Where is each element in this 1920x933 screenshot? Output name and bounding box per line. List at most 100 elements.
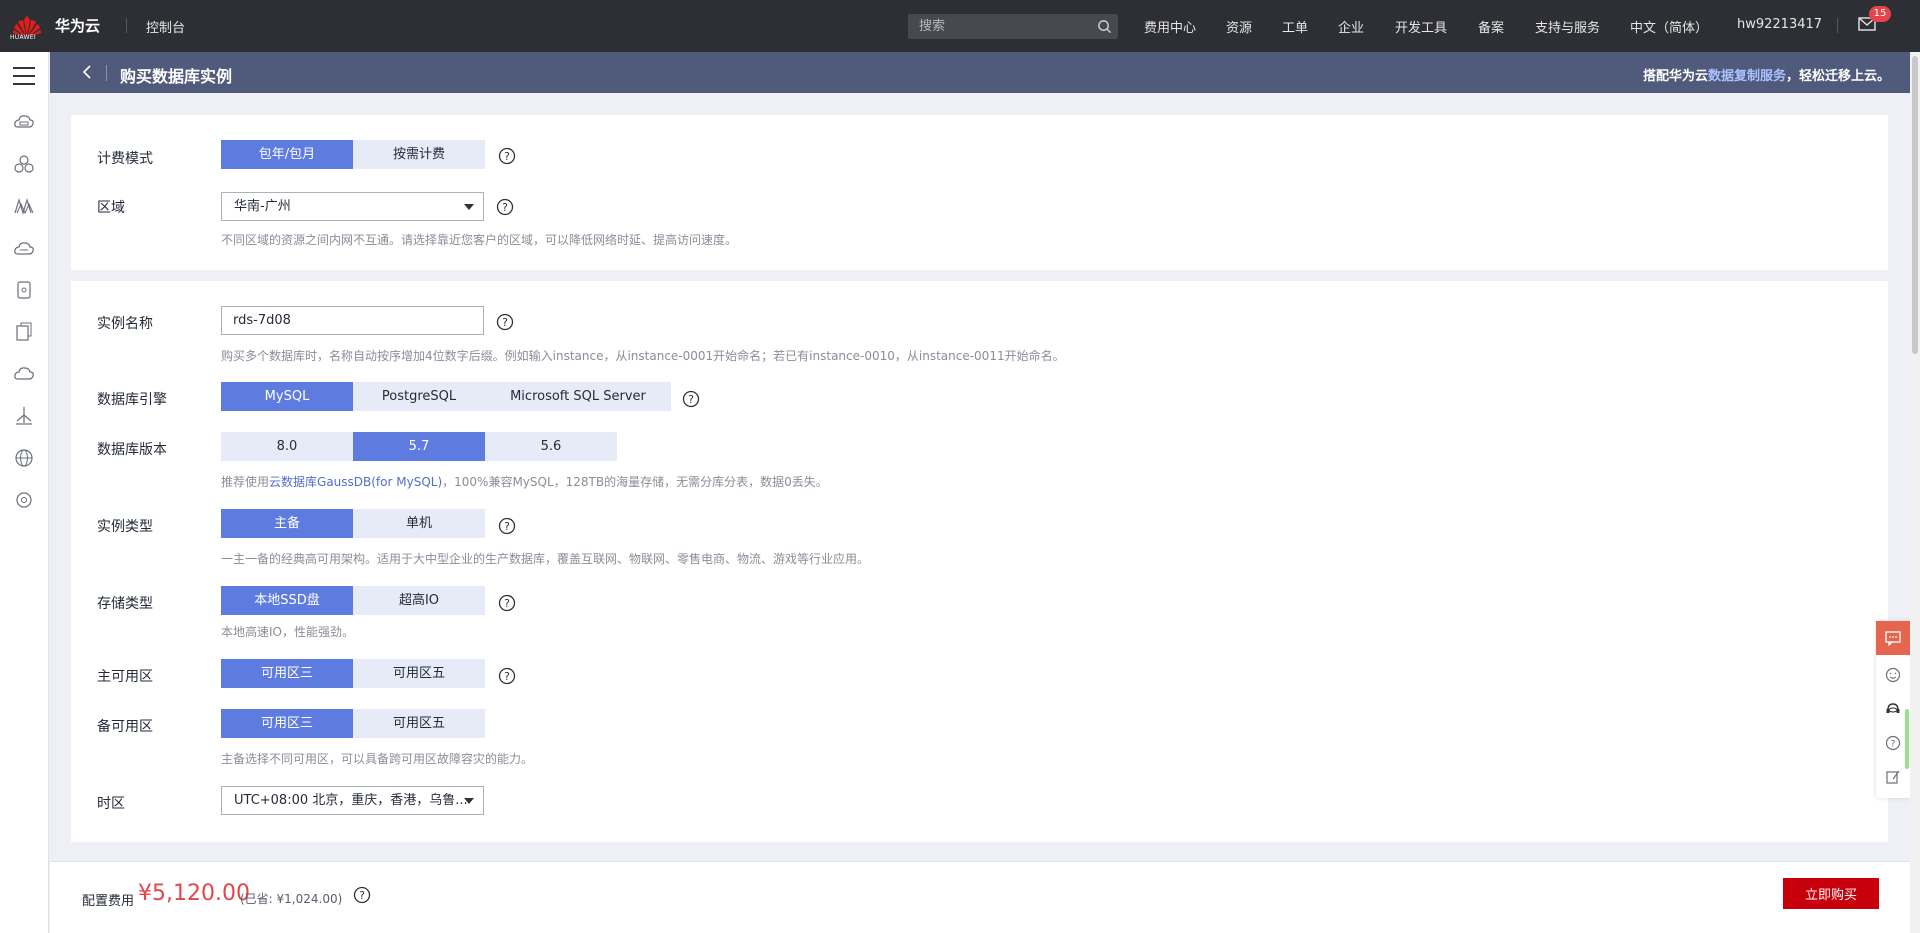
network-icon[interactable]	[13, 195, 35, 217]
version-option-5-7[interactable]: 5.7	[353, 432, 485, 461]
svg-text:?: ?	[504, 520, 510, 533]
instance-type-hint: 一主一备的经典高可用架构。适用于大中型企业的生产数据库，覆盖互联网、物联网、零售…	[221, 552, 870, 566]
storage-option-ultra-io[interactable]: 超高IO	[353, 586, 485, 615]
search-box[interactable]	[908, 14, 1118, 39]
document-icon[interactable]	[13, 321, 35, 343]
instance-name-hint: 购买多个数据库时，名称自动按序增加4位数字后缀。例如输入instance，从in…	[221, 349, 1065, 363]
chat-icon	[1885, 631, 1901, 646]
svg-text:?: ?	[1891, 740, 1896, 750]
primary-az-option-3[interactable]: 可用区三	[221, 659, 353, 688]
order-footer: 配置费用 ¥5,120.00 (已省: ¥1,024.00) ? 立即购买	[50, 861, 1910, 933]
menu-icon[interactable]	[13, 67, 35, 85]
svg-text:?: ?	[502, 201, 508, 214]
version-option-8-0[interactable]: 8.0	[221, 432, 353, 461]
cluster-icon[interactable]	[13, 153, 35, 175]
storage-type-label: 存储类型	[97, 596, 153, 612]
standby-az-option-3[interactable]: 可用区三	[221, 709, 353, 738]
instance-type-option-ha[interactable]: 主备	[221, 509, 353, 538]
billing-option-pay-per-use[interactable]: 按需计费	[353, 140, 485, 169]
instance-type-option-single[interactable]: 单机	[353, 509, 485, 538]
version-option-5-6[interactable]: 5.6	[485, 432, 617, 461]
search-icon[interactable]	[1097, 19, 1112, 34]
ai-icon[interactable]	[13, 489, 35, 511]
primary-az-selector: 可用区三 可用区五	[221, 659, 485, 688]
db-engine-label: 数据库引擎	[97, 392, 167, 408]
help-icon[interactable]: ?	[496, 198, 514, 216]
timezone-select[interactable]: UTC+08:00 北京，重庆，香港，乌鲁...	[221, 786, 484, 815]
status-bar	[1905, 709, 1909, 769]
billing-mode-label: 计费模式	[97, 151, 153, 167]
help-icon[interactable]: ?	[682, 390, 700, 408]
data-replication-link[interactable]: 数据复制服务	[1708, 69, 1786, 84]
help-icon[interactable]: ?	[353, 886, 371, 904]
nav-username[interactable]: hw92213417	[1737, 17, 1822, 32]
db-version-hint: 推荐使用云数据库GaussDB(for MySQL)，100%兼容MySQL，1…	[221, 475, 828, 489]
help-icon[interactable]: ?	[498, 517, 516, 535]
timezone-value: UTC+08:00 北京，重庆，香港，乌鲁...	[234, 793, 468, 808]
fee-value: ¥5,120.00	[138, 881, 250, 906]
engine-option-mysql[interactable]: MySQL	[221, 382, 353, 411]
back-arrow-icon[interactable]	[80, 64, 94, 80]
billing-region-panel: 计费模式 包年/包月 按需计费 ? 区域 华南-广州 ? 不同区域的资源之间内网…	[71, 115, 1888, 270]
cloud-storage-icon[interactable]	[13, 237, 35, 259]
help-icon[interactable]: ?	[498, 594, 516, 612]
storage-option-local-ssd[interactable]: 本地SSD盘	[221, 586, 353, 615]
divider	[1837, 18, 1838, 33]
divider	[106, 65, 107, 81]
search-input[interactable]	[908, 14, 1088, 39]
gaussdb-link[interactable]: 云数据库GaussDB(for MySQL)	[269, 475, 442, 489]
engine-option-postgresql[interactable]: PostgreSQL	[353, 382, 485, 411]
fee-label: 配置费用	[82, 894, 135, 909]
buy-now-button[interactable]: 立即购买	[1783, 878, 1879, 909]
standby-az-hint: 主备选择不同可用区，可以具备跨可用区故障容灾的能力。	[221, 752, 534, 766]
nav-dev-tools[interactable]: 开发工具	[1395, 17, 1447, 36]
billing-option-yearly-monthly[interactable]: 包年/包月	[221, 140, 353, 169]
console-link[interactable]: 控制台	[146, 17, 185, 36]
chevron-down-icon	[464, 204, 474, 210]
instance-name-label: 实例名称	[97, 316, 153, 332]
help-icon[interactable]: ?	[1885, 735, 1901, 751]
vertical-scrollbar[interactable]	[1910, 52, 1920, 933]
help-icon[interactable]: ?	[498, 667, 516, 685]
svg-text:?: ?	[504, 150, 510, 163]
deploy-icon[interactable]	[13, 405, 35, 427]
svg-text:?: ?	[688, 393, 694, 406]
customer-service-icon[interactable]	[1885, 701, 1901, 717]
engine-option-sqlserver[interactable]: Microsoft SQL Server	[485, 382, 671, 411]
nav-support[interactable]: 支持与服务	[1535, 17, 1600, 36]
nav-enterprise[interactable]: 企业	[1338, 17, 1364, 36]
cloud-icon[interactable]	[13, 363, 35, 385]
nav-tickets[interactable]: 工单	[1282, 17, 1308, 36]
globe-icon[interactable]	[13, 447, 35, 469]
region-value: 华南-广州	[234, 199, 291, 214]
standby-az-option-5[interactable]: 可用区五	[353, 709, 485, 738]
cloud-server-icon[interactable]	[13, 111, 35, 133]
smiley-icon[interactable]	[1885, 667, 1901, 683]
help-icon[interactable]: ?	[498, 147, 516, 165]
nav-language[interactable]: 中文（简体）	[1630, 17, 1708, 36]
feedback-button[interactable]	[1876, 621, 1910, 655]
region-label: 区域	[97, 200, 125, 216]
nav-icp-filing[interactable]: 备案	[1478, 17, 1504, 36]
nav-resources[interactable]: 资源	[1226, 17, 1252, 36]
region-select[interactable]: 华南-广州	[221, 192, 484, 221]
instance-type-label: 实例类型	[97, 519, 153, 535]
edit-note-icon[interactable]	[1885, 769, 1901, 785]
primary-az-option-5[interactable]: 可用区五	[353, 659, 485, 688]
instance-name-input[interactable]	[221, 306, 484, 335]
scrollbar-thumb[interactable]	[1912, 56, 1918, 354]
svg-text:?: ?	[504, 670, 510, 683]
database-icon[interactable]	[13, 279, 35, 301]
top-navigation-bar: HUAWEI 华为云 控制台 费用中心 资源 工单 企业 开发工具 备案 支持与…	[0, 0, 1920, 52]
svg-text:?: ?	[504, 597, 510, 610]
fee-saved: (已省: ¥1,024.00)	[240, 892, 343, 906]
nav-billing-center[interactable]: 费用中心	[1144, 17, 1196, 36]
db-version-label: 数据库版本	[97, 442, 167, 458]
standby-az-selector: 可用区三 可用区五	[221, 709, 485, 738]
brand-name[interactable]: 华为云	[55, 15, 100, 36]
floating-help-toolbar: ?	[1876, 621, 1910, 798]
service-sidebar	[0, 52, 49, 933]
standby-az-label: 备可用区	[97, 719, 153, 735]
primary-az-label: 主可用区	[97, 669, 153, 685]
help-icon[interactable]: ?	[496, 313, 514, 331]
